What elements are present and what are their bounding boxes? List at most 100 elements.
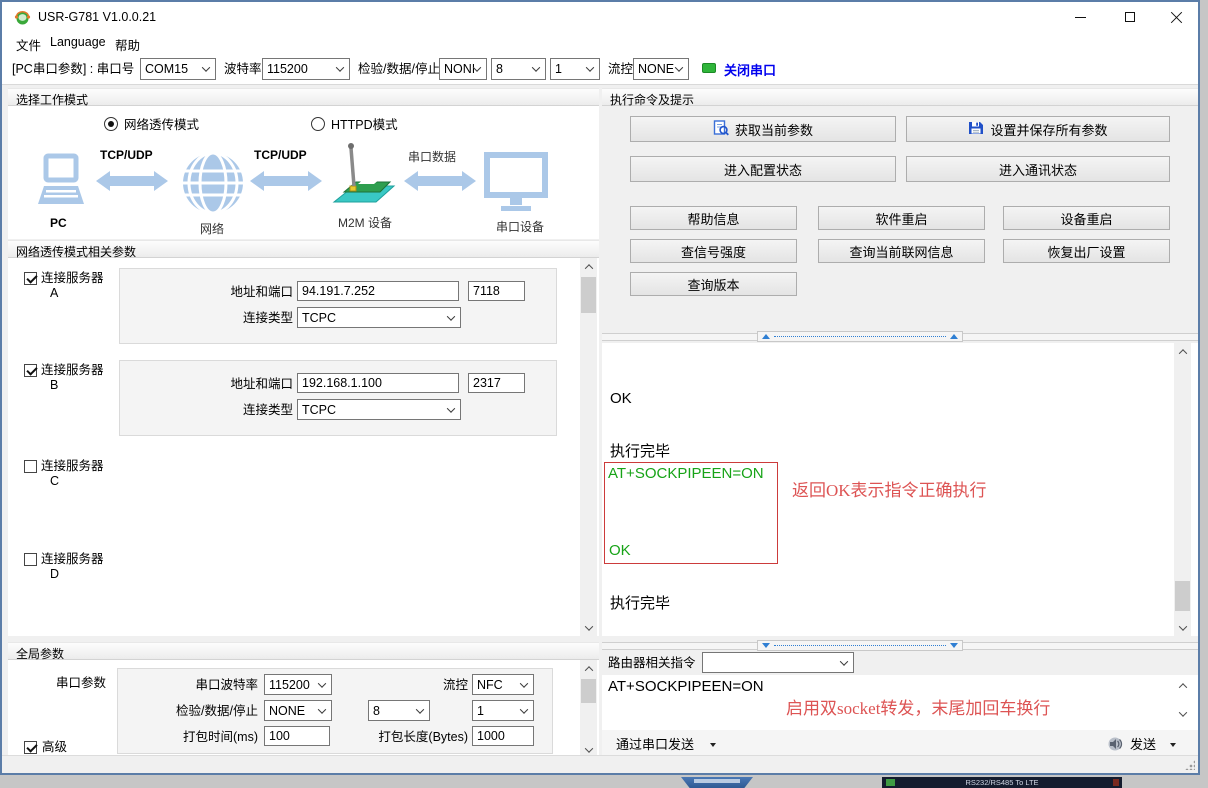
net-mode-label[interactable]: 网络透传模式 [124, 118, 199, 133]
advanced-checkbox[interactable] [24, 741, 37, 754]
save-icon [968, 120, 984, 139]
chevron-down-icon [520, 679, 528, 687]
work-mode-panel: 网络透传模式 HTTPD模式 PC TCP/UDP [8, 106, 599, 239]
chevron-down-icon [584, 622, 592, 630]
scroll-down-button[interactable] [580, 619, 597, 636]
g-parity-select[interactable]: NONE [264, 700, 332, 721]
chevron-down-icon [675, 63, 683, 71]
dropdown-arrow-icon[interactable] [1170, 743, 1176, 747]
send-via-dropdown[interactable]: 通过串口发送 [616, 737, 694, 753]
menu-help[interactable]: 帮助 [115, 35, 140, 54]
g-baud-select[interactable]: 115200 [264, 674, 332, 695]
menu-language[interactable]: Language [50, 35, 106, 49]
minimize-button[interactable] [1058, 2, 1102, 32]
advanced-label[interactable]: 高级 [42, 740, 67, 755]
menu-file[interactable]: 文件 [16, 35, 41, 54]
title-bar[interactable]: USR-G781 V1.0.0.21 [2, 2, 1198, 32]
server-b-address-input[interactable]: 192.168.1.100 [297, 373, 459, 393]
server-d-checkbox[interactable] [24, 553, 37, 566]
maximize-button[interactable] [1108, 2, 1152, 32]
flow-select[interactable]: NONE [633, 58, 689, 80]
g-flow-select[interactable]: NFC [472, 674, 534, 695]
scroll-up-button[interactable] [580, 258, 597, 275]
factory-reset-button[interactable]: 恢复出厂设置 [1003, 239, 1170, 263]
server-a-port-input[interactable]: 7118 [468, 281, 525, 301]
packtime-input[interactable]: 100 [264, 726, 330, 746]
server-b-checkbox[interactable] [24, 364, 37, 377]
scroll-up-button[interactable] [1174, 677, 1191, 694]
serial-group-label: 串口参数 [56, 676, 106, 691]
server-c-checkbox[interactable] [24, 460, 37, 473]
get-params-button[interactable]: 获取当前参数 [630, 116, 896, 142]
net-params-panel: 连接服务器 A 地址和端口 94.191.7.252 7118 连接类型 TCP… [8, 258, 599, 636]
packlen-input[interactable]: 1000 [472, 726, 534, 746]
stopbits-select[interactable]: 1 [550, 58, 600, 80]
enter-comm-button[interactable]: 进入通讯状态 [906, 156, 1170, 182]
chevron-down-icon [202, 63, 210, 71]
com-port-select[interactable]: COM15 [140, 58, 216, 80]
net-mode-radio[interactable] [104, 117, 118, 131]
maximize-icon [1125, 12, 1135, 22]
router-cmd-select[interactable] [702, 652, 854, 673]
send-bar: 通过串口发送 发送 [602, 730, 1198, 758]
enter-config-button[interactable]: 进入配置状态 [630, 156, 896, 182]
send-textarea[interactable]: AT+SOCKPIPEEN=ON 启用双socket转发，末尾加回车换行 [602, 675, 1198, 730]
parity-select[interactable]: NONI [439, 58, 487, 80]
close-button[interactable] [1154, 2, 1198, 32]
router-cmd-label: 路由器相关指令 [608, 656, 696, 671]
dropdown-arrow-icon[interactable] [710, 743, 716, 747]
soft-restart-button[interactable]: 软件重启 [818, 206, 985, 230]
splitter-handle-top[interactable] [757, 331, 963, 342]
device-restart-button[interactable]: 设备重启 [1003, 206, 1170, 230]
chevron-down-icon [447, 404, 455, 412]
net-info-button[interactable]: 查询当前联网信息 [818, 239, 985, 263]
databits-select[interactable]: 8 [491, 58, 546, 80]
g-databits-select[interactable]: 8 [368, 700, 430, 721]
baud-select[interactable]: 115200 [262, 58, 350, 80]
chevron-down-icon [1178, 708, 1186, 716]
network-globe-icon [180, 150, 246, 221]
save-params-button[interactable]: 设置并保存所有参数 [906, 116, 1170, 142]
menu-bar: 文件 Language 帮助 [2, 32, 1198, 54]
close-port-link[interactable]: 关闭串口 [724, 60, 776, 79]
net-params-scrollbar[interactable] [580, 258, 597, 636]
server-a-checkbox[interactable] [24, 272, 37, 285]
global-params-header: 全局参数 [8, 642, 599, 660]
send-button[interactable]: 发送 [1130, 737, 1156, 753]
help-info-button[interactable]: 帮助信息 [630, 206, 797, 230]
desktop-laptop-image [681, 777, 753, 788]
log-scrollbar[interactable] [1174, 343, 1191, 636]
scroll-up-button[interactable] [580, 660, 597, 677]
global-params-scrollbar[interactable] [580, 660, 597, 758]
query-version-button[interactable]: 查询版本 [630, 272, 797, 296]
httpd-mode-label[interactable]: HTTPD模式 [331, 118, 398, 133]
log-highlight-box: AT+SOCKPIPEEN=ON OK [604, 462, 778, 564]
speaker-icon [1107, 735, 1124, 757]
server-a-label: 连接服务器 [41, 271, 104, 286]
log-output-area[interactable]: OK 执行完毕 AT+SOCKPIPEEN=ON OK 返回OK表示指令正确执行… [602, 343, 1198, 636]
server-c-suffix: C [50, 474, 59, 489]
server-b-type-select[interactable]: TCPC [297, 399, 461, 420]
scrollbar-thumb[interactable] [581, 679, 596, 703]
resize-grip[interactable] [1185, 760, 1195, 770]
server-a-address-input[interactable]: 94.191.7.252 [297, 281, 459, 301]
splitter-handle-bottom[interactable] [757, 640, 963, 651]
server-b-group [119, 360, 557, 436]
signal-strength-button[interactable]: 查信号强度 [630, 239, 797, 263]
server-a-type-select[interactable]: TCPC [297, 307, 461, 328]
scroll-down-button[interactable] [1174, 705, 1191, 722]
g-baud-label: 串口波特率 [158, 678, 258, 693]
log-line: 执行完毕 [610, 592, 670, 613]
scroll-up-button[interactable] [1174, 343, 1191, 360]
g-stopbits-select[interactable]: 1 [472, 700, 534, 721]
httpd-mode-radio[interactable] [311, 117, 325, 131]
send-command-text: AT+SOCKPIPEEN=ON [608, 678, 764, 695]
screen: USR-G781 V1.0.0.21 文件 Language 帮助 [PC串口参… [0, 0, 1208, 788]
scroll-down-button[interactable] [1174, 619, 1191, 636]
chevron-up-icon [1178, 349, 1186, 357]
scrollbar-thumb[interactable] [581, 277, 596, 313]
serial-device-monitor-icon [484, 152, 550, 219]
server-b-label: 连接服务器 [41, 363, 104, 378]
scrollbar-thumb[interactable] [1175, 581, 1190, 611]
server-b-port-input[interactable]: 2317 [468, 373, 525, 393]
